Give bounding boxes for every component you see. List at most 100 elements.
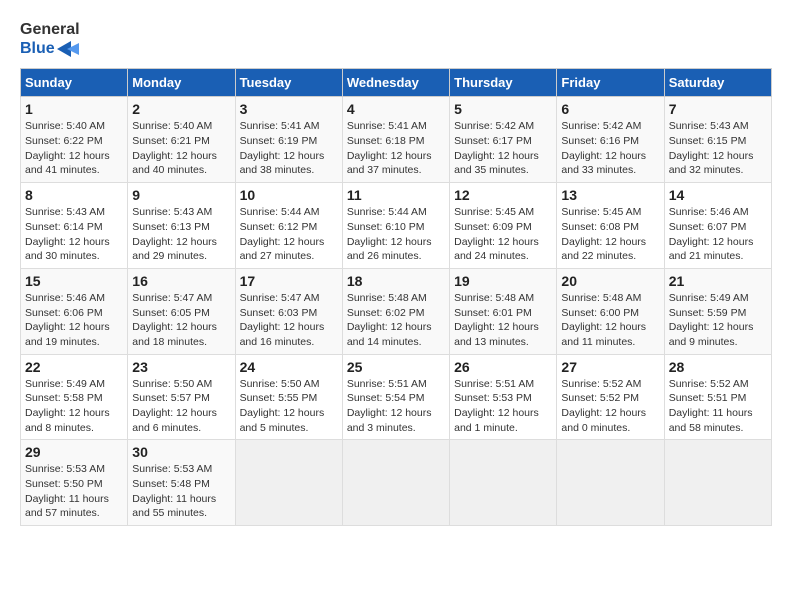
day-info: Sunrise: 5:48 AM Sunset: 6:00 PM Dayligh… (561, 291, 659, 350)
day-info: Sunrise: 5:47 AM Sunset: 6:03 PM Dayligh… (240, 291, 338, 350)
day-info: Sunrise: 5:41 AM Sunset: 6:18 PM Dayligh… (347, 119, 445, 178)
logo: General Blue (20, 20, 80, 58)
day-info: Sunrise: 5:46 AM Sunset: 6:06 PM Dayligh… (25, 291, 123, 350)
calendar-cell: 1Sunrise: 5:40 AM Sunset: 6:22 PM Daylig… (21, 97, 128, 183)
calendar-cell: 10 Sunrise: 5:44 AM Sunset: 6:12 PM Dayli… (235, 183, 342, 269)
day-info: Sunrise: 5:40 AM Sunset: 6:21 PM Dayligh… (132, 119, 230, 178)
calendar-cell: 12 Sunrise: 5:45 AM Sunset: 6:09 PM Dayli… (450, 183, 557, 269)
day-number: 29 (25, 444, 123, 460)
day-number: 8 (25, 187, 123, 203)
day-info: Sunrise: 5:51 AM Sunset: 5:53 PM Dayligh… (454, 377, 552, 436)
calendar-table: SundayMondayTuesdayWednesdayThursdayFrid… (20, 68, 772, 526)
calendar-cell: 30 Sunrise: 5:53 AM Sunset: 5:48 PM Dayli… (128, 440, 235, 526)
day-number: 13 (561, 187, 659, 203)
day-number: 12 (454, 187, 552, 203)
calendar-cell: 27 Sunrise: 5:52 AM Sunset: 5:52 PM Dayli… (557, 354, 664, 440)
day-number: 4 (347, 101, 445, 117)
day-info: Sunrise: 5:48 AM Sunset: 6:01 PM Dayligh… (454, 291, 552, 350)
day-info: Sunrise: 5:52 AM Sunset: 5:51 PM Dayligh… (669, 377, 767, 436)
day-number: 28 (669, 359, 767, 375)
day-number: 16 (132, 273, 230, 289)
day-info: Sunrise: 5:41 AM Sunset: 6:19 PM Dayligh… (240, 119, 338, 178)
day-info: Sunrise: 5:42 AM Sunset: 6:17 PM Dayligh… (454, 119, 552, 178)
calendar-cell: 17 Sunrise: 5:47 AM Sunset: 6:03 PM Dayli… (235, 268, 342, 354)
day-number: 10 (240, 187, 338, 203)
day-number: 18 (347, 273, 445, 289)
day-number: 1 (25, 101, 123, 117)
day-number: 20 (561, 273, 659, 289)
day-info: Sunrise: 5:48 AM Sunset: 6:02 PM Dayligh… (347, 291, 445, 350)
calendar-cell: 6 Sunrise: 5:42 AM Sunset: 6:16 PM Daylig… (557, 97, 664, 183)
weekday-header-friday: Friday (557, 69, 664, 97)
day-info: Sunrise: 5:51 AM Sunset: 5:54 PM Dayligh… (347, 377, 445, 436)
calendar-cell (342, 440, 449, 526)
day-info: Sunrise: 5:43 AM Sunset: 6:15 PM Dayligh… (669, 119, 767, 178)
calendar-cell: 28 Sunrise: 5:52 AM Sunset: 5:51 PM Dayli… (664, 354, 771, 440)
day-number: 22 (25, 359, 123, 375)
day-info: Sunrise: 5:43 AM Sunset: 6:13 PM Dayligh… (132, 205, 230, 264)
calendar-cell: 24 Sunrise: 5:50 AM Sunset: 5:55 PM Dayli… (235, 354, 342, 440)
weekday-header-saturday: Saturday (664, 69, 771, 97)
calendar-cell (450, 440, 557, 526)
weekday-header-thursday: Thursday (450, 69, 557, 97)
calendar-cell: 23 Sunrise: 5:50 AM Sunset: 5:57 PM Dayli… (128, 354, 235, 440)
day-number: 27 (561, 359, 659, 375)
calendar-cell: 18 Sunrise: 5:48 AM Sunset: 6:02 PM Dayli… (342, 268, 449, 354)
calendar-cell: 4 Sunrise: 5:41 AM Sunset: 6:18 PM Daylig… (342, 97, 449, 183)
calendar-cell: 3 Sunrise: 5:41 AM Sunset: 6:19 PM Daylig… (235, 97, 342, 183)
day-number: 6 (561, 101, 659, 117)
day-number: 3 (240, 101, 338, 117)
page-header: General Blue (20, 20, 772, 58)
day-number: 15 (25, 273, 123, 289)
day-info: Sunrise: 5:50 AM Sunset: 5:57 PM Dayligh… (132, 377, 230, 436)
calendar-cell: 9 Sunrise: 5:43 AM Sunset: 6:13 PM Daylig… (128, 183, 235, 269)
calendar-cell: 25 Sunrise: 5:51 AM Sunset: 5:54 PM Dayli… (342, 354, 449, 440)
day-info: Sunrise: 5:44 AM Sunset: 6:10 PM Dayligh… (347, 205, 445, 264)
calendar-cell: 8 Sunrise: 5:43 AM Sunset: 6:14 PM Daylig… (21, 183, 128, 269)
logo-icon (57, 41, 79, 57)
day-number: 23 (132, 359, 230, 375)
calendar-cell: 11Sunrise: 5:44 AM Sunset: 6:10 PM Dayli… (342, 183, 449, 269)
day-info: Sunrise: 5:43 AM Sunset: 6:14 PM Dayligh… (25, 205, 123, 264)
calendar-cell: 29 Sunrise: 5:53 AM Sunset: 5:50 PM Dayli… (21, 440, 128, 526)
day-number: 5 (454, 101, 552, 117)
day-info: Sunrise: 5:45 AM Sunset: 6:08 PM Dayligh… (561, 205, 659, 264)
weekday-header-sunday: Sunday (21, 69, 128, 97)
day-info: Sunrise: 5:45 AM Sunset: 6:09 PM Dayligh… (454, 205, 552, 264)
calendar-cell: 20 Sunrise: 5:48 AM Sunset: 6:00 PM Dayli… (557, 268, 664, 354)
day-number: 9 (132, 187, 230, 203)
weekday-header-monday: Monday (128, 69, 235, 97)
calendar-cell: 7 Sunrise: 5:43 AM Sunset: 6:15 PM Daylig… (664, 97, 771, 183)
day-info: Sunrise: 5:53 AM Sunset: 5:50 PM Dayligh… (25, 462, 123, 521)
calendar-cell (235, 440, 342, 526)
day-number: 25 (347, 359, 445, 375)
day-number: 17 (240, 273, 338, 289)
day-info: Sunrise: 5:53 AM Sunset: 5:48 PM Dayligh… (132, 462, 230, 521)
calendar-cell: 19 Sunrise: 5:48 AM Sunset: 6:01 PM Dayli… (450, 268, 557, 354)
day-number: 21 (669, 273, 767, 289)
calendar-cell: 22 Sunrise: 5:49 AM Sunset: 5:58 PM Dayli… (21, 354, 128, 440)
day-number: 7 (669, 101, 767, 117)
day-info: Sunrise: 5:49 AM Sunset: 5:58 PM Dayligh… (25, 377, 123, 436)
calendar-cell: 16 Sunrise: 5:47 AM Sunset: 6:05 PM Dayli… (128, 268, 235, 354)
weekday-header-wednesday: Wednesday (342, 69, 449, 97)
calendar-cell: 26Sunrise: 5:51 AM Sunset: 5:53 PM Dayli… (450, 354, 557, 440)
day-info: Sunrise: 5:52 AM Sunset: 5:52 PM Dayligh… (561, 377, 659, 436)
day-info: Sunrise: 5:50 AM Sunset: 5:55 PM Dayligh… (240, 377, 338, 436)
day-info: Sunrise: 5:44 AM Sunset: 6:12 PM Dayligh… (240, 205, 338, 264)
day-number: 14 (669, 187, 767, 203)
day-info: Sunrise: 5:47 AM Sunset: 6:05 PM Dayligh… (132, 291, 230, 350)
calendar-cell: 2 Sunrise: 5:40 AM Sunset: 6:21 PM Daylig… (128, 97, 235, 183)
calendar-cell: 21Sunrise: 5:49 AM Sunset: 5:59 PM Dayli… (664, 268, 771, 354)
calendar-cell (557, 440, 664, 526)
calendar-cell: 5 Sunrise: 5:42 AM Sunset: 6:17 PM Daylig… (450, 97, 557, 183)
day-number: 24 (240, 359, 338, 375)
day-info: Sunrise: 5:42 AM Sunset: 6:16 PM Dayligh… (561, 119, 659, 178)
calendar-cell (664, 440, 771, 526)
day-number: 30 (132, 444, 230, 460)
weekday-header-tuesday: Tuesday (235, 69, 342, 97)
day-number: 19 (454, 273, 552, 289)
logo-text: General Blue (20, 20, 80, 58)
calendar-cell: 13 Sunrise: 5:45 AM Sunset: 6:08 PM Dayli… (557, 183, 664, 269)
day-number: 2 (132, 101, 230, 117)
